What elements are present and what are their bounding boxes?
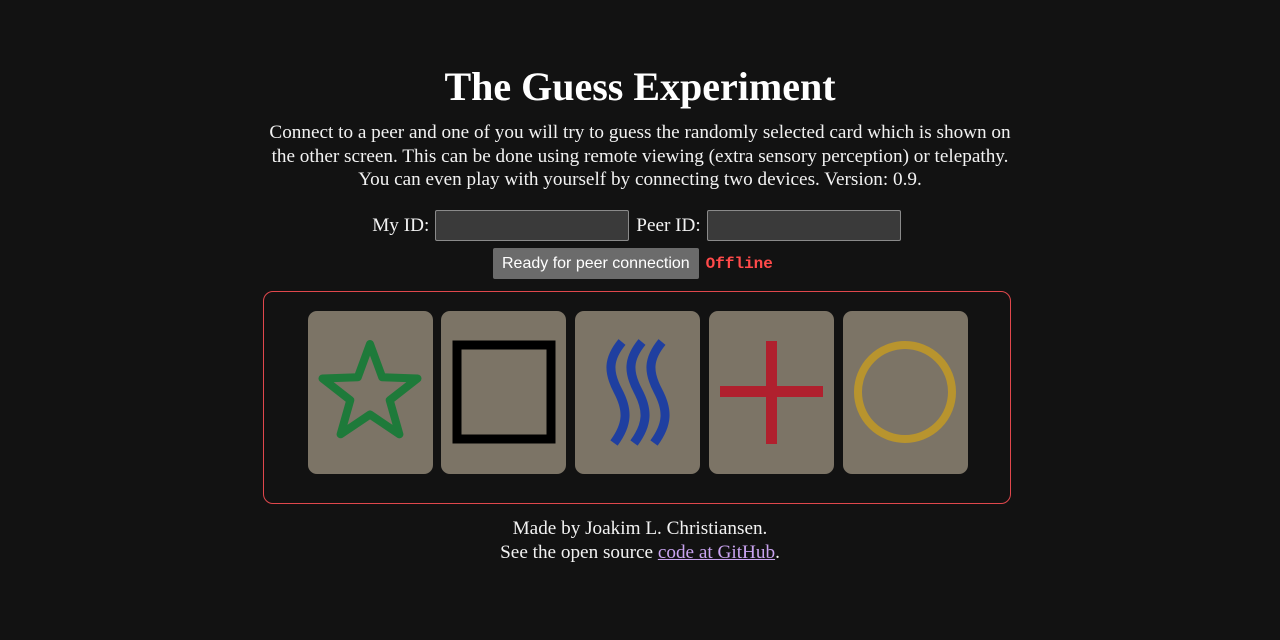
cross-icon [720,341,823,444]
source-suffix: . [775,541,780,563]
card-circle[interactable] [843,311,968,474]
page-title: The Guess Experiment [444,64,836,109]
ready-for-peer-button[interactable]: Ready for peer connection [493,248,699,279]
card-board [263,291,1011,504]
source-prefix: See the open source [500,541,658,563]
connection-controls: Ready for peer connection Offline [493,248,773,279]
page: The Guess Experiment Connect to a peer a… [0,0,1280,640]
my-id-label: My ID: [372,214,430,236]
source-line: See the open source code at GitHub. [0,541,1280,565]
waves-icon [606,339,670,446]
footer: Made by Joakim L. Christiansen. See the … [0,517,1280,564]
github-link[interactable]: code at GitHub [658,542,775,563]
connection-status: Offline [705,254,773,273]
star-icon [318,340,422,439]
peer-id-input[interactable] [706,210,901,241]
card-cross[interactable] [709,311,834,474]
card-waves[interactable] [575,311,700,474]
peer-id-label: Peer ID: [636,214,701,236]
my-id-input[interactable] [435,210,630,241]
intro-text: Connect to a peer and one of you will tr… [269,122,1011,190]
card-square[interactable] [441,311,566,474]
made-by-text: Made by Joakim L. Christiansen. [512,518,768,539]
circle-icon [854,341,956,443]
card-star[interactable] [308,311,433,474]
id-row: My ID: Peer ID: [0,210,1280,241]
square-icon [452,340,556,444]
